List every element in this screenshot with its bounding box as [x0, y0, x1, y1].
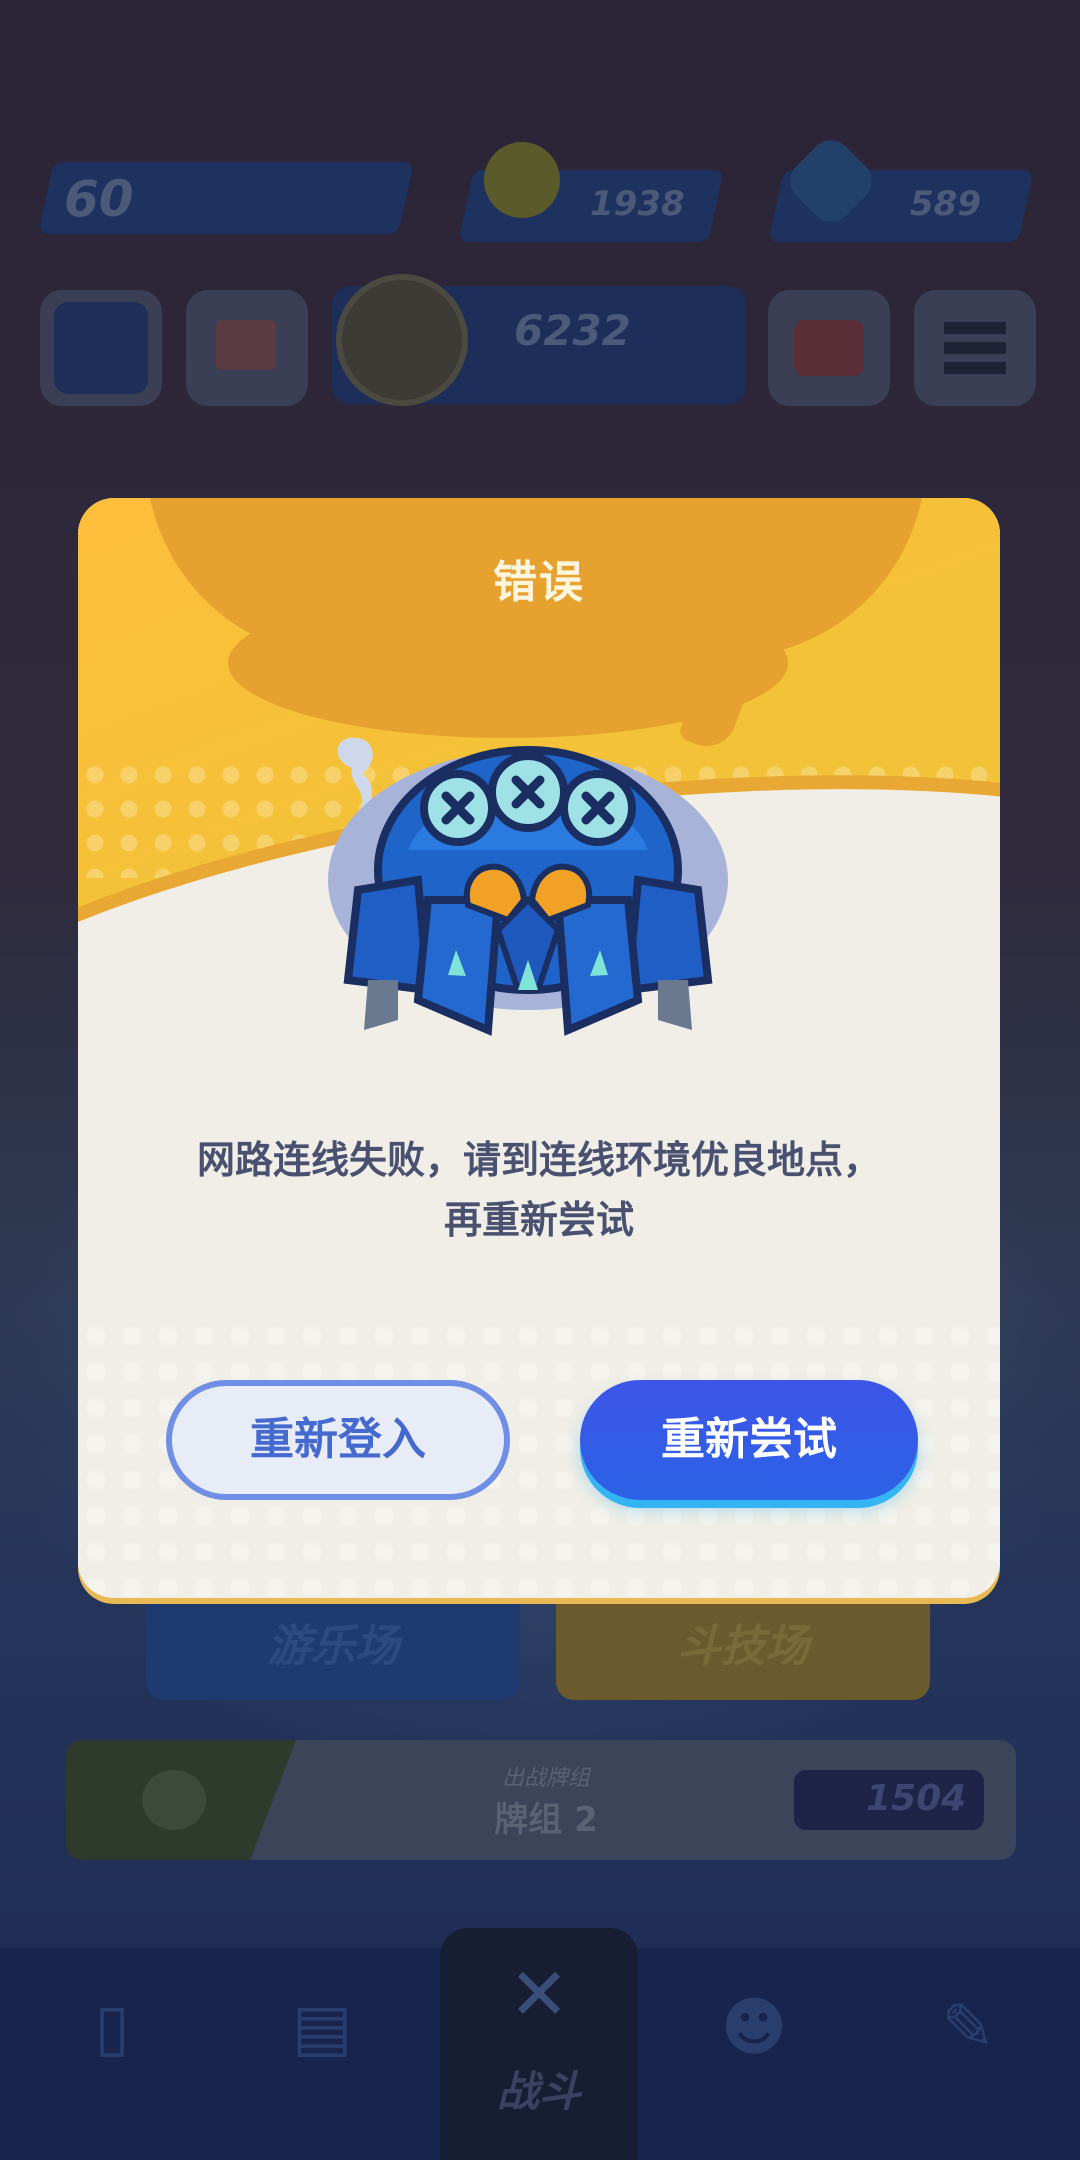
error-message-line1: 网路连线失败，请到连线环境优良地点，	[196, 1138, 881, 1182]
broken-spider-mascot-icon	[328, 737, 728, 1036]
error-message-line2: 再重新尝试	[443, 1198, 634, 1242]
relogin-button[interactable]: 重新登入	[166, 1380, 510, 1500]
error-message: 网路连线失败，请到连线环境优良地点， 再重新尝试	[138, 1130, 940, 1250]
dialog-title: 错误	[493, 557, 585, 608]
error-dialog: 错误 网路连线失败，请到连线环境优良地点， 再重新尝试 重新登入 重新尝试	[78, 498, 1000, 1598]
retry-button[interactable]: 重新尝试	[580, 1380, 918, 1500]
